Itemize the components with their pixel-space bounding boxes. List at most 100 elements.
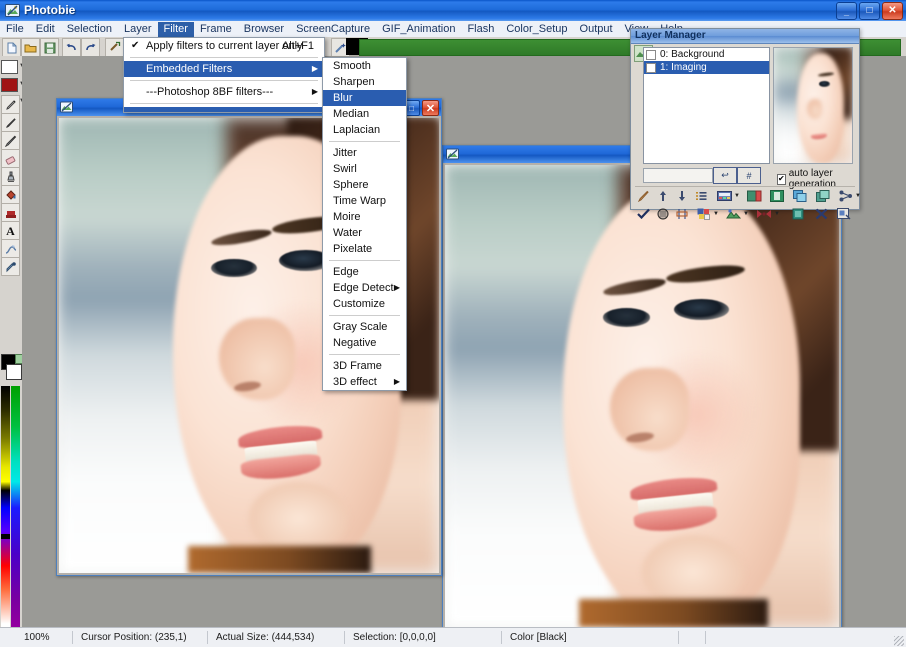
shape-fill-tool-icon[interactable] xyxy=(1,203,20,222)
delete-layer-icon[interactable] xyxy=(815,207,828,220)
submenu-item-sharpen[interactable]: Sharpen xyxy=(323,74,406,90)
layer-number-button[interactable]: # xyxy=(737,167,761,184)
menu-item-file[interactable]: File xyxy=(0,22,30,37)
submenu-item-jitter[interactable]: Jitter xyxy=(323,145,406,161)
move-layer-down-icon[interactable] xyxy=(675,189,688,202)
layer-list[interactable]: 0: Background 1: Imaging xyxy=(643,47,770,164)
embedded-filters-submenu[interactable]: Smooth Sharpen Blur Median Laplacian Jit… xyxy=(322,57,407,391)
layer-visibility-checkbox[interactable] xyxy=(646,62,656,73)
color-ramp-cool[interactable] xyxy=(11,386,20,647)
submenu-item-sphere[interactable]: Sphere xyxy=(323,177,406,193)
transparency-icon[interactable] xyxy=(656,207,669,220)
submenu-item-median[interactable]: Median xyxy=(323,106,406,122)
menu-item-gif-animation[interactable]: GIF_Animation xyxy=(376,22,461,37)
apply-check-icon[interactable] xyxy=(637,207,650,220)
menu-item-label: Laplacian xyxy=(333,124,381,136)
layer-list-item-imaging[interactable]: 1: Imaging xyxy=(644,61,769,74)
paint-bucket-tool-icon[interactable] xyxy=(1,185,20,204)
duplicate-layer-icon[interactable] xyxy=(837,207,851,220)
brush-layer-icon[interactable] xyxy=(637,189,650,202)
menu-item-output[interactable]: Output xyxy=(574,22,619,37)
layer-visibility-checkbox[interactable] xyxy=(646,49,656,60)
eyedropper-tool-icon[interactable] xyxy=(1,257,20,276)
maximize-button[interactable]: □ xyxy=(859,2,880,20)
menu-item-edit[interactable]: Edit xyxy=(30,22,61,37)
menu-item-frame[interactable]: Frame xyxy=(194,22,238,37)
save-file-icon[interactable] xyxy=(40,38,59,57)
color-ramp-warm[interactable] xyxy=(1,386,10,647)
undo-icon[interactable] xyxy=(62,38,81,57)
smudge-tool-icon[interactable] xyxy=(1,239,20,258)
stroke-color-swatch[interactable] xyxy=(1,60,18,74)
background-color-swatch[interactable] xyxy=(6,364,22,380)
open-file-icon[interactable] xyxy=(21,38,40,57)
paste-layer-icon[interactable] xyxy=(816,189,830,202)
menu-item-apply-filters-current-layer[interactable]: ✔ Apply filters to current layer only Al… xyxy=(124,38,324,54)
redo-icon[interactable] xyxy=(81,38,100,57)
submenu-item-moire[interactable]: Moire xyxy=(323,209,406,225)
menu-item-layer[interactable]: Layer xyxy=(118,22,158,37)
pencil-tool-icon[interactable] xyxy=(1,95,20,114)
sword-brush-tool-icon[interactable] xyxy=(1,131,20,150)
submenu-item-3d-frame[interactable]: 3D Frame xyxy=(323,358,406,374)
text-tool-icon[interactable]: A xyxy=(1,221,20,240)
menu-item-screencapture[interactable]: ScreenCapture xyxy=(290,22,376,37)
resize-grip-icon[interactable] xyxy=(894,636,904,646)
submenu-item-time-warp[interactable]: Time Warp xyxy=(323,193,406,209)
menu-item-browser[interactable]: Browser xyxy=(238,22,290,37)
color-ramp-picker[interactable] xyxy=(1,386,21,647)
flip-layer-dropdown-icon[interactable]: ▼ xyxy=(774,211,780,217)
eraser-tool-icon[interactable] xyxy=(1,149,20,168)
menu-item-photoshop-8bf-filters[interactable]: ---Photoshop 8BF filters--- ▶ xyxy=(124,84,324,100)
submenu-item-swirl[interactable]: Swirl xyxy=(323,161,406,177)
submenu-item-gray-scale[interactable]: Gray Scale xyxy=(323,319,406,335)
brush-tool-icon[interactable] xyxy=(1,113,20,132)
submenu-item-edge-detect[interactable]: Edge Detect ▶ xyxy=(323,280,406,296)
layer-mask-icon[interactable] xyxy=(747,189,762,202)
blend-mode-dropdown-icon[interactable]: ▼ xyxy=(713,211,719,217)
clone-stamp-tool-icon[interactable] xyxy=(1,167,20,186)
submenu-item-negative[interactable]: Negative xyxy=(323,335,406,351)
align-layer-icon[interactable] xyxy=(675,207,688,220)
menu-item-embedded-filters[interactable]: Embedded Filters ▶ xyxy=(124,61,324,77)
merge-layer-icon[interactable] xyxy=(839,189,853,202)
move-layer-up-icon[interactable] xyxy=(656,189,669,202)
copy-layer-icon[interactable] xyxy=(793,189,807,202)
layer-list-item-background[interactable]: 0: Background xyxy=(644,48,769,61)
menu-item-filter[interactable]: Filter xyxy=(157,21,194,37)
layer-list-icon[interactable] xyxy=(694,189,707,202)
submenu-item-3d-effect[interactable]: 3D effect ▶ xyxy=(323,374,406,390)
menu-item-flash[interactable]: Flash xyxy=(461,22,500,37)
layer-name-input[interactable] xyxy=(643,168,713,183)
layer-properties-dropdown-icon[interactable]: ▼ xyxy=(734,193,740,199)
menu-item-color-setup[interactable]: Color_Setup xyxy=(500,22,573,37)
fill-color-swatch[interactable] xyxy=(1,78,18,92)
merge-layer-dropdown-icon[interactable]: ▼ xyxy=(855,193,861,199)
submenu-item-smooth[interactable]: Smooth xyxy=(323,58,406,74)
close-button[interactable]: ✕ xyxy=(882,2,903,20)
photo-chin xyxy=(642,534,745,609)
filter-dropdown-menu[interactable]: ✔ Apply filters to current layer only Al… xyxy=(123,37,325,113)
image-window-1-close-button[interactable]: ✕ xyxy=(422,100,439,116)
fill-layer-icon[interactable] xyxy=(792,207,805,220)
flip-layer-icon[interactable] xyxy=(756,207,772,220)
submenu-item-blur[interactable]: Blur xyxy=(323,90,406,106)
submenu-item-laplacian[interactable]: Laplacian xyxy=(323,122,406,138)
submenu-item-customize[interactable]: Customize xyxy=(323,296,406,312)
new-file-icon[interactable] xyxy=(2,38,21,57)
gradient-layer-dropdown-icon[interactable]: ▼ xyxy=(743,211,749,217)
minimize-button[interactable]: _ xyxy=(836,2,857,20)
move-tool-icon[interactable] xyxy=(105,38,124,57)
submenu-item-water[interactable]: Water xyxy=(323,225,406,241)
layer-properties-icon[interactable] xyxy=(717,189,732,202)
submenu-item-pixelate[interactable]: Pixelate xyxy=(323,241,406,257)
submenu-item-edge[interactable]: Edge xyxy=(323,264,406,280)
auto-layer-generation-checkbox[interactable]: ✔ xyxy=(777,173,786,185)
revert-layer-button[interactable]: ↩ xyxy=(713,167,737,184)
menu-item-selection[interactable]: Selection xyxy=(61,22,118,37)
blend-mode-icon[interactable] xyxy=(697,207,711,220)
image-window-2-canvas[interactable] xyxy=(445,165,839,627)
layer-manager-panel[interactable]: Layer Manager 0: Background 1: Imaging ↩… xyxy=(630,28,861,220)
gradient-layer-icon[interactable] xyxy=(726,207,741,220)
layer-info-icon[interactable] xyxy=(770,189,784,202)
